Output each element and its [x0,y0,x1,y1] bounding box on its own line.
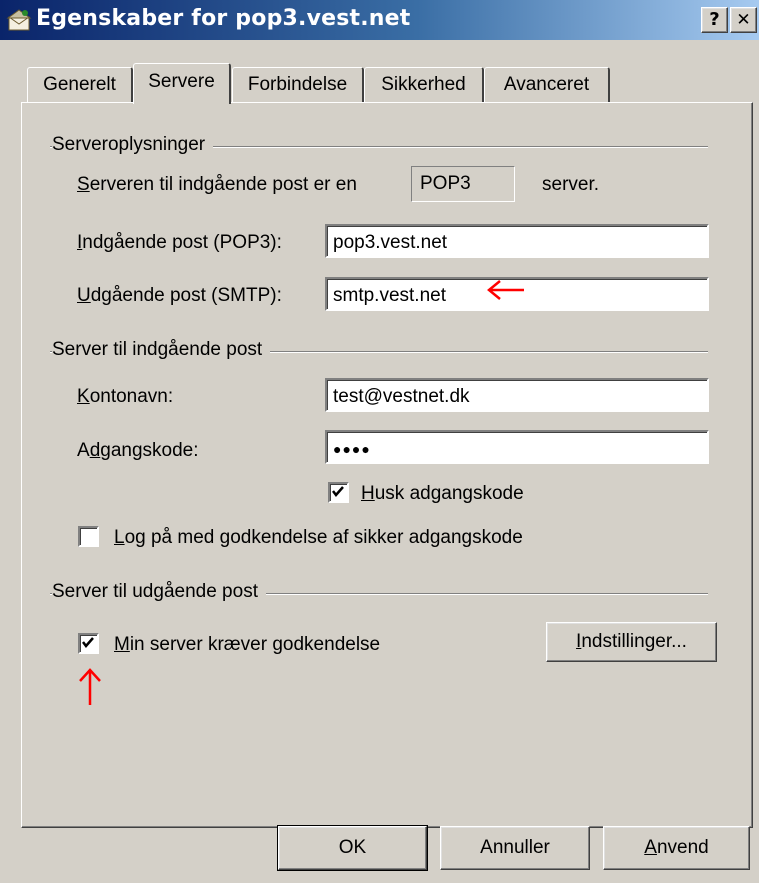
remember-password-checkbox[interactable] [328,482,349,503]
ok-button[interactable]: OK [277,825,428,871]
tab-generelt[interactable]: Generelt [27,67,133,102]
incoming-server-label: Indgående post (POP3): [77,232,282,253]
account-name-label: Kontonavn: [77,386,174,407]
checkmark-icon [82,637,94,648]
secure-password-auth-checkbox[interactable] [78,526,99,547]
group-label-incoming: Server til indgående post [52,339,271,361]
tab-panel [21,102,753,828]
account-name-input[interactable]: test@vestnet.dk [325,378,709,412]
red-arrow-up-icon [79,668,101,705]
outgoing-server-value: smtp.vest.net [333,285,446,306]
incoming-type-suffix: server. [542,174,600,195]
password-input[interactable]: ●●●● [325,430,709,464]
group-label-server-info: Serveroplysninger [52,134,214,156]
tab-servere[interactable]: Servere [133,63,231,104]
server-requires-auth-label[interactable]: Min server kræver godkendelse [114,634,380,656]
help-button[interactable]: ? [701,7,728,33]
close-button[interactable]: ✕ [730,7,757,33]
tab-sikkerhed[interactable]: Sikkerhed [364,67,484,102]
red-arrow-left-icon [487,280,524,300]
incoming-type-value: POP3 [411,166,515,202]
apply-button[interactable]: Anvend [603,826,750,870]
incoming-type-label: Serveren til indgående post er en [77,174,357,195]
title-bar[interactable]: Egenskaber for pop3.vest.net ? ✕ [0,0,759,40]
server-requires-auth-checkbox[interactable] [78,633,99,654]
remember-password-label[interactable]: Husk adgangskode [361,483,524,505]
group-label-outgoing: Server til udgående post [52,581,266,603]
properties-dialog: Egenskaber for pop3.vest.net ? ✕ Generel… [0,0,759,883]
password-label: Adgangskode: [77,440,199,461]
secure-password-auth-label[interactable]: Log på med godkendelse af sikker adgangs… [114,527,523,549]
window-title: Egenskaber for pop3.vest.net [36,6,411,31]
checkmark-icon [332,486,344,497]
tab-forbindelse[interactable]: Forbindelse [232,67,364,102]
outgoing-server-label: Udgående post (SMTP): [77,285,282,306]
tab-avanceret[interactable]: Avanceret [484,67,610,102]
mail-account-icon [6,8,32,32]
incoming-server-input[interactable]: pop3.vest.net [325,224,709,258]
cancel-button[interactable]: Annuller [440,826,590,870]
settings-button[interactable]: Indstillinger... [546,622,717,662]
